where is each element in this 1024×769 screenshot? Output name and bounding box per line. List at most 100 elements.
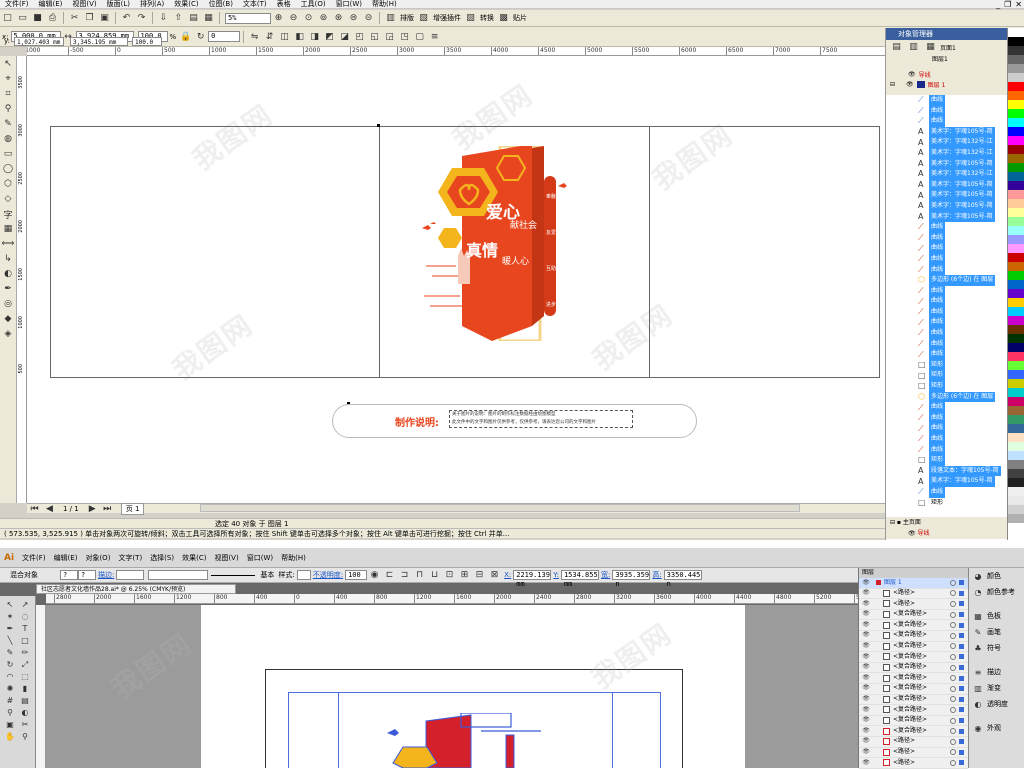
menu-item[interactable]: 视图(V) xyxy=(67,0,101,9)
convert-button[interactable]: 转换 xyxy=(480,13,494,23)
object-row[interactable]: ⟋ 曲线 xyxy=(886,253,1008,265)
object-row[interactable]: A 美术字：字魂132号-江 xyxy=(886,147,1008,159)
eye-icon[interactable]: 👁 xyxy=(906,81,914,88)
object-row[interactable]: ⟋ 曲线 xyxy=(886,444,1008,456)
x-field[interactable]: 2219.139 mm xyxy=(513,570,552,588)
eye-icon[interactable]: 👁 xyxy=(859,683,873,694)
color-swatch[interactable] xyxy=(1008,478,1024,487)
color-swatch[interactable] xyxy=(1008,505,1024,514)
front-minus-back-icon[interactable]: ◲ xyxy=(383,30,396,43)
target-icon[interactable] xyxy=(950,728,956,735)
color-swatch[interactable] xyxy=(1008,433,1024,442)
object-row[interactable]: ⟋ 曲线 xyxy=(886,402,1008,413)
color-swatch[interactable] xyxy=(1008,91,1024,100)
opacity-link[interactable]: 不透明度: xyxy=(313,570,343,580)
menu-item[interactable]: 效果(C) xyxy=(169,0,203,9)
color-swatch[interactable] xyxy=(1008,370,1024,379)
align-center-icon[interactable]: ⊐ xyxy=(398,569,411,582)
target-icon[interactable] xyxy=(950,696,956,703)
mirror-h-icon[interactable]: ⇋ xyxy=(248,30,261,43)
eye-icon[interactable]: 👁 xyxy=(859,599,873,610)
eye-icon[interactable]: 👁 xyxy=(859,705,873,716)
blend-tool-icon[interactable]: ◐ xyxy=(18,707,32,718)
y-field[interactable]: 1534.855 mm xyxy=(560,570,599,588)
variable-width-select[interactable] xyxy=(148,570,209,580)
gradient-tool-icon[interactable]: ▤ xyxy=(18,695,32,706)
object-row[interactable]: □ 矩形 xyxy=(886,381,1008,392)
color-swatch[interactable] xyxy=(1008,226,1024,235)
panel-button[interactable]: ▦ 色板 xyxy=(969,608,1024,624)
height-field[interactable]: 3350.445 n xyxy=(663,570,702,588)
zoom-fit-icon[interactable]: ⊙ xyxy=(302,12,315,25)
eye-icon[interactable]: 👁 xyxy=(859,578,873,589)
target-icon[interactable] xyxy=(950,706,956,713)
object-row[interactable]: ⟋ 曲线 xyxy=(886,243,1008,254)
target-icon[interactable] xyxy=(950,738,956,745)
color-swatch[interactable] xyxy=(1008,145,1024,154)
menu-item[interactable]: 窗口(W) xyxy=(331,0,367,9)
plugin-icon[interactable]: ▧ xyxy=(417,12,430,25)
minimize-icon[interactable]: _ xyxy=(996,0,1000,9)
symbol-sprayer-icon[interactable]: ✺ xyxy=(3,683,17,694)
align-left-icon[interactable]: ⊏ xyxy=(383,569,396,582)
menu-item[interactable]: 排列(A) xyxy=(135,0,169,9)
color-swatch[interactable] xyxy=(1008,235,1024,244)
eye-icon[interactable]: 👁 xyxy=(859,747,873,758)
object-row[interactable]: ⟋ 曲线 xyxy=(886,423,1008,434)
graph-tool-icon[interactable]: ▮ xyxy=(18,683,32,694)
size-h-field[interactable]: 3,345.195 mm xyxy=(70,37,128,46)
simplify-icon[interactable]: ◱ xyxy=(368,30,381,43)
object-row[interactable]: A 美术字：字魂132号-江 xyxy=(886,169,1008,180)
object-row[interactable]: ⟋ 曲线 xyxy=(886,328,1008,339)
color-swatch[interactable] xyxy=(1008,73,1024,82)
color-swatch[interactable] xyxy=(1008,424,1024,433)
layer-item-row[interactable]: 👁 <复合路径> xyxy=(859,684,968,695)
eye-icon[interactable]: 👁 xyxy=(859,726,873,737)
object-row[interactable]: ⟋ 曲线 xyxy=(886,486,1008,498)
menu-item[interactable]: 窗口(W) xyxy=(243,553,277,563)
color-swatch[interactable] xyxy=(1008,244,1024,253)
note-textbox[interactable]: 关于图片的说明：图片的制作标注数据经由绘图模型 此文件中的文字和图片仅供参考，仅… xyxy=(449,410,633,428)
dimension-tool-icon[interactable]: ⟺ xyxy=(1,237,15,251)
menu-item[interactable]: 工具(O) xyxy=(296,0,331,9)
object-row[interactable]: ⟋ 曲线 xyxy=(886,95,1008,106)
menu-item[interactable]: 文件(F) xyxy=(18,553,50,563)
object-row[interactable]: A 美术字：字魂105号-简 xyxy=(886,158,1008,170)
horizontal-scrollbar[interactable] xyxy=(200,504,800,512)
transform-icon[interactable]: ⊠ xyxy=(488,569,501,582)
group-icon[interactable]: ◫ xyxy=(278,30,291,43)
eye-icon[interactable]: 👁 xyxy=(908,71,916,78)
export-icon[interactable]: ⇧ xyxy=(172,12,185,25)
menu-item[interactable]: 位图(B) xyxy=(204,0,238,9)
object-row[interactable]: A 美术字：字魂105号-简 xyxy=(886,211,1008,223)
color-swatch[interactable] xyxy=(1008,469,1024,478)
color-swatch[interactable] xyxy=(1008,451,1024,460)
patch-icon[interactable]: ▩ xyxy=(497,12,510,25)
align-bottom-icon[interactable]: ⊞ xyxy=(458,569,471,582)
color-swatch[interactable] xyxy=(1008,100,1024,109)
selection-indicator[interactable] xyxy=(959,696,964,702)
object-row[interactable]: A 美术字：字魂105号-简 xyxy=(886,200,1008,212)
color-swatch[interactable] xyxy=(1008,280,1024,289)
line-tool-icon[interactable]: ╲ xyxy=(3,635,17,646)
panel-button[interactable]: ♣ 符号 xyxy=(969,640,1024,656)
patch-button[interactable]: 贴片 xyxy=(513,13,527,23)
object-row[interactable]: ⟋ 曲线 xyxy=(886,285,1008,297)
color-swatch[interactable] xyxy=(1008,163,1024,172)
copy-icon[interactable]: ❐ xyxy=(83,12,96,25)
layer-item-row[interactable]: 👁 <复合路径> xyxy=(859,663,968,674)
eye-icon[interactable]: 👁 xyxy=(859,588,873,599)
close-icon[interactable]: ✕ xyxy=(1015,0,1022,9)
selection-indicator[interactable] xyxy=(959,686,964,692)
stroke-weight-field[interactable] xyxy=(116,570,145,580)
master-guides-row[interactable]: 👁 导线 xyxy=(886,528,1008,539)
pen-tool-icon[interactable]: ✒ xyxy=(3,623,17,634)
eyedropper-tool-icon[interactable]: ⚲ xyxy=(3,707,17,718)
pos-y-field[interactable]: 1,027.403 mm xyxy=(14,37,64,46)
color-swatch[interactable] xyxy=(1008,118,1024,127)
color-swatch[interactable] xyxy=(1008,190,1024,199)
eye-icon[interactable]: 👁 xyxy=(859,641,873,652)
back-minus-front-icon[interactable]: ◳ xyxy=(398,30,411,43)
layer-1-row[interactable]: ⊟ 👁 图层 1 xyxy=(890,80,945,89)
color-swatch[interactable] xyxy=(1008,181,1024,190)
